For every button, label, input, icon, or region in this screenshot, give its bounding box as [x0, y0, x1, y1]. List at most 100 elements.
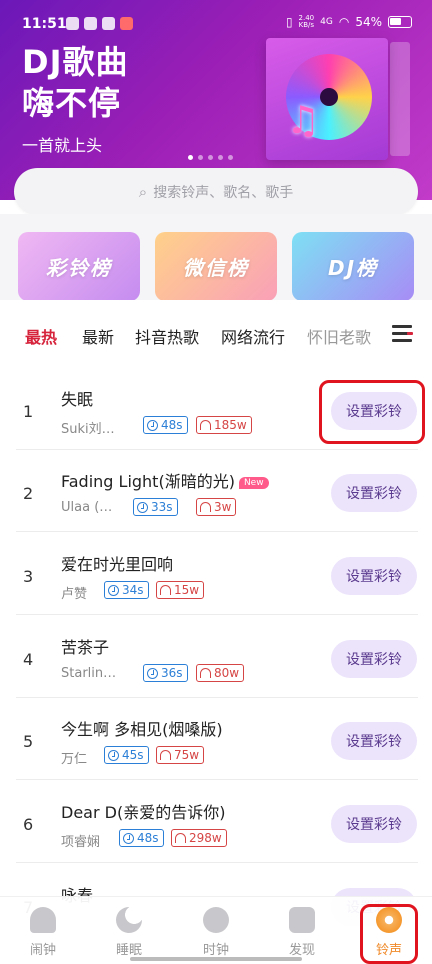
highlight-frame-button: [319, 380, 425, 444]
category-tabs: 最热 最新 抖音热歌 网络流行 怀旧老歌: [0, 300, 432, 366]
tab-newest[interactable]: 最新: [82, 324, 114, 348]
duration-value: 36s: [161, 666, 183, 680]
divider: [16, 614, 418, 615]
clock-icon: [108, 749, 119, 761]
song-artist: 项睿娴: [61, 835, 101, 850]
headphone-icon: [200, 420, 211, 430]
wechat-chart-card[interactable]: 微信榜: [155, 232, 277, 301]
plays-badge: 75w: [156, 746, 205, 764]
duration-value: 33s: [151, 500, 173, 514]
song-row[interactable]: 4 苦茶子 Starlin… 36s 80w 设置彩铃: [0, 616, 432, 698]
song-artist: 万仁: [61, 752, 88, 767]
clock-icon: [147, 667, 158, 679]
divider: [16, 531, 418, 532]
status-right: ▯ 2.40 KB/s 4G ◠ 54%: [286, 15, 412, 29]
tab-internet-popular[interactable]: 网络流行: [221, 324, 285, 348]
plays-badge: 185w: [196, 416, 252, 434]
song-row[interactable]: 5 今生啊 多相见(烟嗓版) 万仁 45s 75w 设置彩铃: [0, 698, 432, 780]
app-notification-icon: [66, 17, 79, 30]
vibrate-icon: ▯: [285, 15, 293, 29]
app-notification-icon: [120, 17, 133, 30]
duration-badge: 48s: [119, 829, 164, 847]
song-rank: 4: [23, 650, 34, 669]
song-artist: Suki刘…: [61, 422, 115, 437]
song-rank: 2: [23, 484, 34, 503]
search-bar[interactable]: ⌕ 搜索铃声、歌名、歌手: [14, 168, 418, 215]
headphone-icon: [160, 750, 171, 760]
plays-value: 185w: [214, 418, 247, 432]
highlight-frame-nav: [360, 904, 418, 964]
song-title-text: Fading Light(渐暗的光): [61, 472, 235, 491]
nav-alarm[interactable]: 闹钟: [13, 907, 73, 958]
song-rank: 5: [23, 732, 34, 751]
plays-value: 3w: [214, 500, 232, 514]
duration-value: 45s: [122, 748, 144, 762]
carousel-dots: [188, 155, 233, 160]
set-ringback-button[interactable]: 设置彩铃: [331, 557, 417, 595]
plays-value: 15w: [174, 583, 200, 597]
nav-label: 闹钟: [29, 943, 56, 958]
set-ringback-button[interactable]: 设置彩铃: [331, 722, 417, 760]
set-ringback-button[interactable]: 设置彩铃: [331, 474, 417, 512]
battery-percent: 54%: [355, 15, 382, 29]
nav-clock[interactable]: 时钟: [186, 907, 246, 958]
carousel-dot: [188, 155, 193, 160]
headphone-icon: [200, 502, 211, 512]
song-artist: Ulaa (…: [61, 500, 113, 515]
plays-value: 80w: [214, 666, 240, 680]
clock-icon: [147, 419, 158, 431]
song-title: 苦茶子: [61, 638, 110, 657]
song-rank: 6: [23, 815, 34, 834]
carousel-dot: [228, 155, 233, 160]
album-cover[interactable]: ♫: [266, 38, 388, 160]
duration-badge: 34s: [104, 581, 149, 599]
duration-value: 48s: [161, 418, 183, 432]
app-notification-icon: [102, 17, 115, 30]
tab-oldies[interactable]: 怀旧老歌: [307, 324, 371, 348]
nav-label: 时钟: [202, 943, 229, 958]
banner-title-line1: DJ歌曲: [22, 43, 129, 81]
headphone-icon: [175, 833, 186, 843]
next-album-peek: [390, 42, 410, 156]
clock-icon: [123, 832, 134, 844]
clock-icon: [108, 584, 119, 596]
song-row[interactable]: 2 Fading Light(渐暗的光) New Ulaa (… 33s 3w 设…: [0, 450, 432, 532]
song-row[interactable]: 6 Dear D(亲爱的告诉你) 项睿娴 48s 298w 设置彩铃: [0, 781, 432, 863]
nav-sleep[interactable]: 睡眠: [99, 907, 159, 958]
new-badge: New: [238, 477, 269, 489]
app-notification-icon: [84, 17, 97, 30]
tab-hottest[interactable]: 最热: [25, 324, 57, 348]
ringback-chart-card[interactable]: 彩铃榜: [18, 232, 140, 301]
duration-badge: 45s: [104, 746, 149, 764]
song-title: 失眠: [61, 390, 94, 409]
plays-badge: 80w: [196, 664, 245, 682]
set-ringback-button[interactable]: 设置彩铃: [331, 640, 417, 678]
nav-label: 睡眠: [115, 943, 142, 958]
chart-cards: 彩铃榜 微信榜 DJ榜: [0, 214, 432, 302]
song-rank: 1: [23, 402, 34, 421]
divider: [16, 862, 418, 863]
carousel-dot: [218, 155, 223, 160]
song-title: 爱在时光里回响: [61, 555, 174, 574]
tab-douyin[interactable]: 抖音热歌: [135, 324, 199, 348]
category-menu-icon[interactable]: [392, 323, 414, 343]
notification-icons: [66, 17, 133, 30]
plays-badge: 3w: [196, 498, 237, 516]
nav-discover[interactable]: 发现: [272, 907, 332, 958]
song-artist: Starlin…: [61, 666, 117, 681]
song-title: Dear D(亲爱的告诉你): [61, 803, 226, 822]
moon-icon: [116, 907, 142, 933]
dj-chart-card[interactable]: DJ榜: [292, 232, 414, 301]
home-indicator[interactable]: [130, 957, 302, 961]
banner-title: DJ歌曲 嗨不停: [22, 42, 128, 124]
song-row[interactable]: 3 爱在时光里回响 卢赞 34s 15w 设置彩铃: [0, 533, 432, 615]
clock-icon: [203, 907, 229, 933]
duration-value: 48s: [137, 831, 159, 845]
status-bar: 11:51 ▯ 2.40 KB/s 4G ◠ 54%: [0, 0, 432, 34]
set-ringback-button[interactable]: 设置彩铃: [331, 805, 417, 843]
nav-label: 发现: [288, 943, 315, 958]
song-title: 今生啊 多相见(烟嗓版): [61, 720, 223, 739]
headphone-icon: [200, 668, 211, 678]
banner-subtitle: 一首就上头: [22, 136, 103, 155]
battery-icon: [388, 16, 412, 28]
